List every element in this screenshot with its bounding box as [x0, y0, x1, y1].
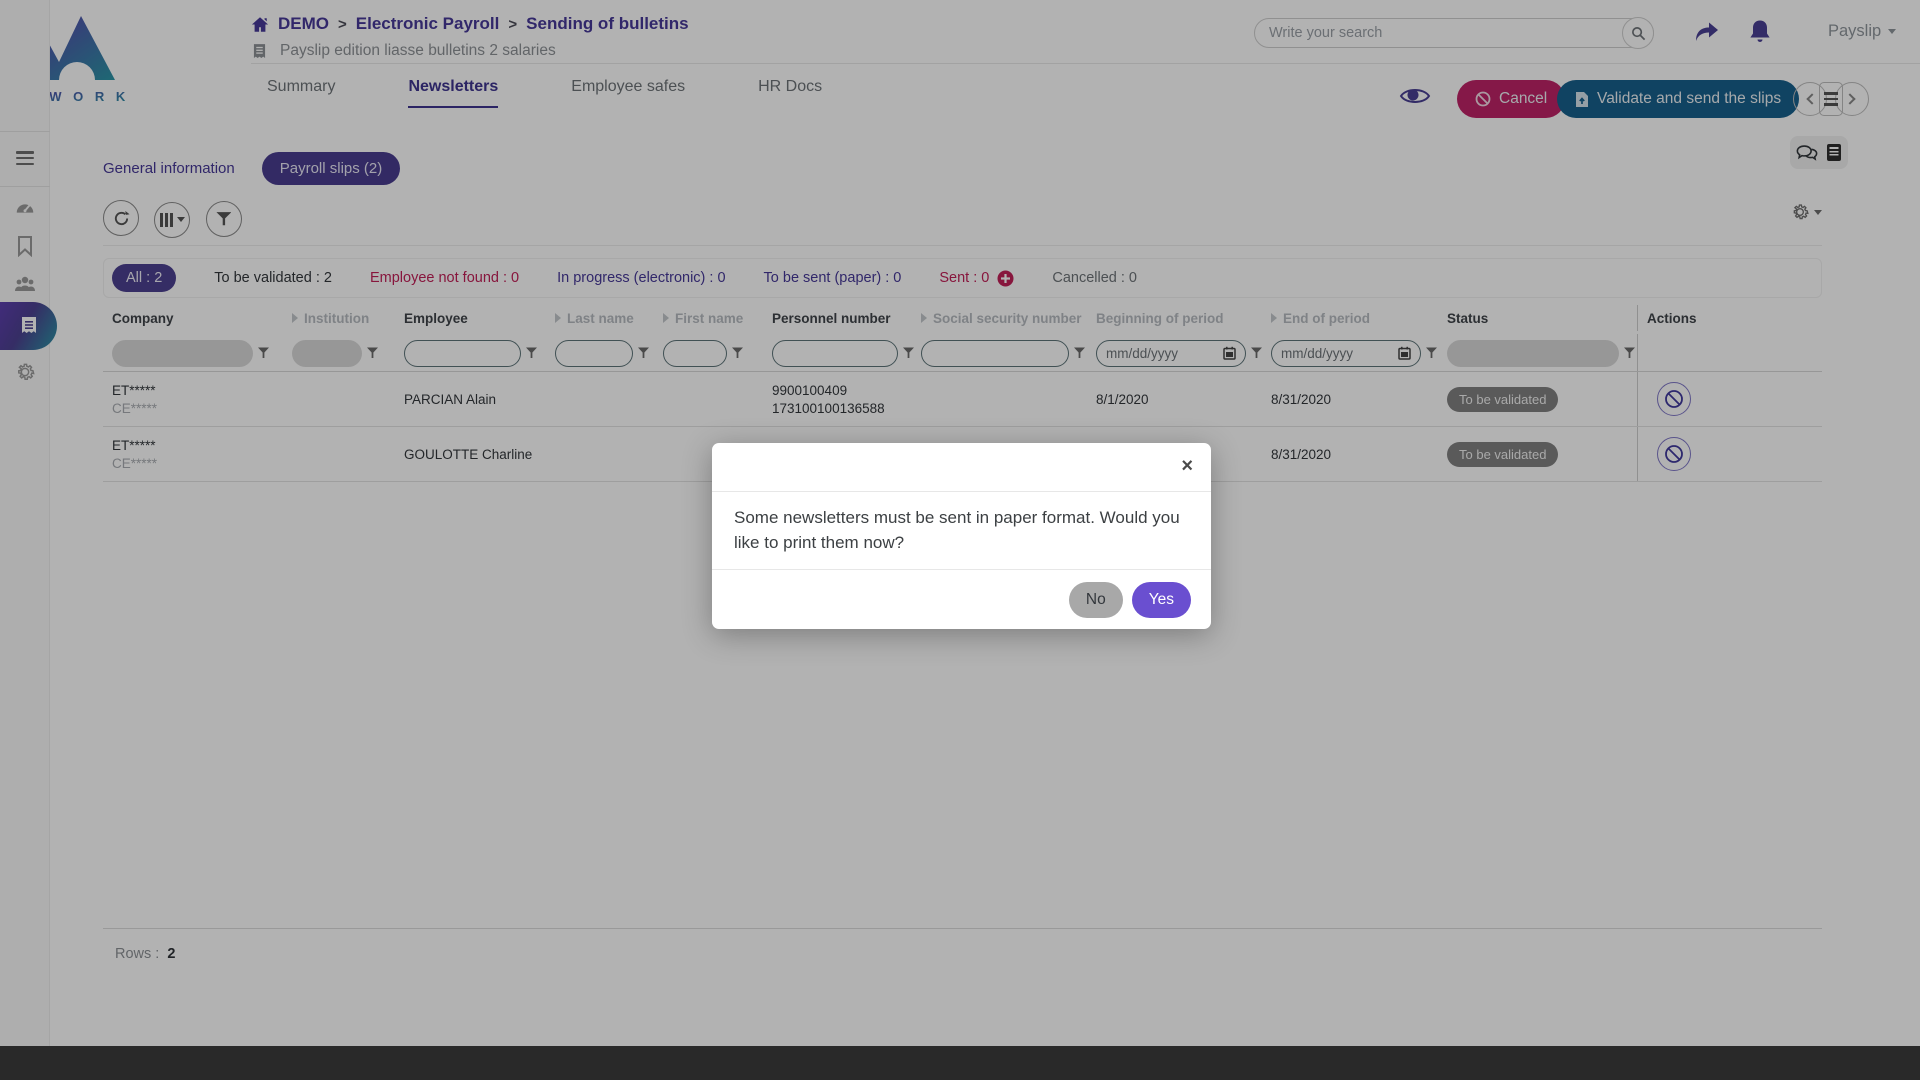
dialog-footer: No Yes: [712, 569, 1211, 629]
dialog-header: ×: [712, 443, 1211, 492]
yes-button[interactable]: Yes: [1132, 582, 1191, 618]
dialog-message: Some newsletters must be sent in paper f…: [712, 492, 1211, 569]
no-button[interactable]: No: [1069, 582, 1123, 618]
close-icon[interactable]: ×: [1181, 456, 1193, 476]
print-confirmation-dialog: × Some newsletters must be sent in paper…: [712, 443, 1211, 629]
